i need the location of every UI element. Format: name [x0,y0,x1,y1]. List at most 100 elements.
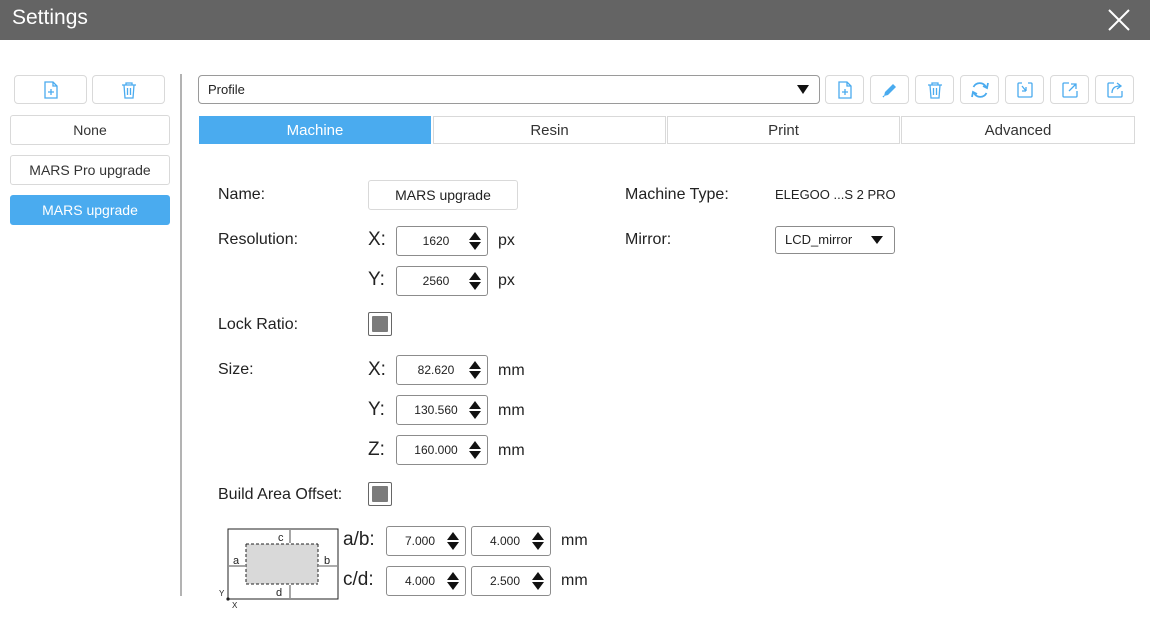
size-label: Size: [218,361,254,378]
stepper-up-icon[interactable] [469,401,481,409]
refresh-icon [970,81,989,98]
stepper-down-icon[interactable] [469,371,481,379]
tab-print[interactable]: Print [667,116,900,144]
add-file-icon [43,80,58,99]
resolution-x-stepper[interactable]: 1620 [396,226,488,256]
name-label: Name: [218,186,266,203]
mirror-select-value: LCD_mirror [785,232,853,247]
build-area-offset-diagram: c d a b Y X [219,528,339,610]
new-profile-button[interactable] [14,75,87,104]
export-icon [1061,81,1078,98]
share-button[interactable] [1095,75,1134,104]
offset-d-value: 2.500 [489,574,521,588]
resolution-label: Resolution: [218,231,299,248]
name-field[interactable]: MARS upgrade [368,180,518,210]
stepper-up-icon[interactable] [532,532,544,540]
add-file-icon [837,80,852,99]
offset-a-stepper[interactable]: 7.000 [386,526,466,556]
stepper-down-icon[interactable] [532,582,544,590]
dropdown-arrow-icon [797,85,809,94]
tab-machine[interactable]: Machine [199,116,431,144]
resolution-y-label: Y: [368,269,385,290]
profile-select[interactable]: Profile [198,75,820,104]
resolution-x-label: X: [368,229,386,250]
size-y-value: 130.560 [414,403,458,417]
import-icon [1016,81,1033,98]
cd-label: c/d: [343,569,374,590]
rename-profile-button[interactable] [870,75,909,104]
offset-c-stepper[interactable]: 4.000 [386,566,466,596]
stepper-down-icon[interactable] [469,282,481,290]
stepper-down-icon[interactable] [447,582,459,590]
stepper-up-icon[interactable] [469,272,481,280]
offset-b-stepper[interactable]: 4.000 [471,526,551,556]
size-x-value: 82.620 [417,363,455,377]
window-title: Settings [12,6,88,29]
stepper-down-icon[interactable] [469,242,481,250]
profile-select-value: Profile [208,82,245,97]
diagram-axis-y: Y [219,589,225,598]
resolution-y-stepper[interactable]: 2560 [396,266,488,296]
import-button[interactable] [1005,75,1044,104]
tab-resin[interactable]: Resin [433,116,666,144]
trash-icon [121,81,136,99]
dropdown-arrow-icon [871,236,883,244]
ab-unit: mm [561,532,588,549]
size-z-unit: mm [498,442,525,459]
cd-unit: mm [561,572,588,589]
delete-profile-button[interactable] [92,75,165,104]
size-y-label: Y: [368,399,385,420]
diagram-label-b: b [324,555,330,567]
size-z-value: 160.000 [414,443,458,457]
stepper-down-icon[interactable] [469,451,481,459]
stepper-up-icon[interactable] [469,232,481,240]
build-area-offset-label: Build Area Offset: [218,486,343,503]
stepper-up-icon[interactable] [532,572,544,580]
mirror-select[interactable]: LCD_mirror [775,226,895,254]
stepper-down-icon[interactable] [447,542,459,550]
size-x-label: X: [368,359,386,380]
lock-ratio-label: Lock Ratio: [218,316,299,333]
diagram-axis-x: X [232,601,238,610]
close-icon [1108,9,1130,31]
stepper-up-icon[interactable] [447,572,459,580]
stepper-up-icon[interactable] [469,441,481,449]
resolution-y-unit: px [498,272,515,289]
resolution-x-value: 1620 [422,234,450,248]
size-y-stepper[interactable]: 130.560 [396,395,488,425]
machine-type-value: ELEGOO ...S 2 PRO [775,187,896,202]
offset-a-value: 7.000 [404,534,436,548]
tab-advanced[interactable]: Advanced [901,116,1135,144]
checkbox-fill [372,316,388,332]
delete-button[interactable] [915,75,954,104]
reset-button[interactable] [960,75,999,104]
size-z-label: Z: [368,439,385,460]
size-y-unit: mm [498,402,525,419]
stepper-up-icon[interactable] [469,361,481,369]
size-z-stepper[interactable]: 160.000 [396,435,488,465]
close-button[interactable] [1106,7,1132,33]
pencil-icon [881,83,896,98]
size-x-stepper[interactable]: 82.620 [396,355,488,385]
trash-icon [927,81,942,99]
machine-type-label: Machine Type: [625,186,729,203]
offset-c-value: 4.000 [404,574,436,588]
size-x-unit: mm [498,362,525,379]
sidebar-divider [180,74,182,596]
diagram-label-a: a [233,555,240,567]
diagram-label-c: c [278,532,284,544]
checkbox-fill [372,486,388,502]
stepper-down-icon[interactable] [532,542,544,550]
sidebar-item-mars-upgrade[interactable]: MARS upgrade [10,195,170,225]
sidebar-item-none[interactable]: None [10,115,170,145]
stepper-up-icon[interactable] [447,532,459,540]
sidebar-item-mars-pro-upgrade[interactable]: MARS Pro upgrade [10,155,170,185]
offset-d-stepper[interactable]: 2.500 [471,566,551,596]
diagram-label-d: d [276,587,282,599]
title-bar: Settings [0,0,1150,40]
stepper-down-icon[interactable] [469,411,481,419]
export-button[interactable] [1050,75,1089,104]
lock-ratio-checkbox[interactable] [368,312,392,336]
build-area-offset-checkbox[interactable] [368,482,392,506]
add-profile-button[interactable] [825,75,864,104]
